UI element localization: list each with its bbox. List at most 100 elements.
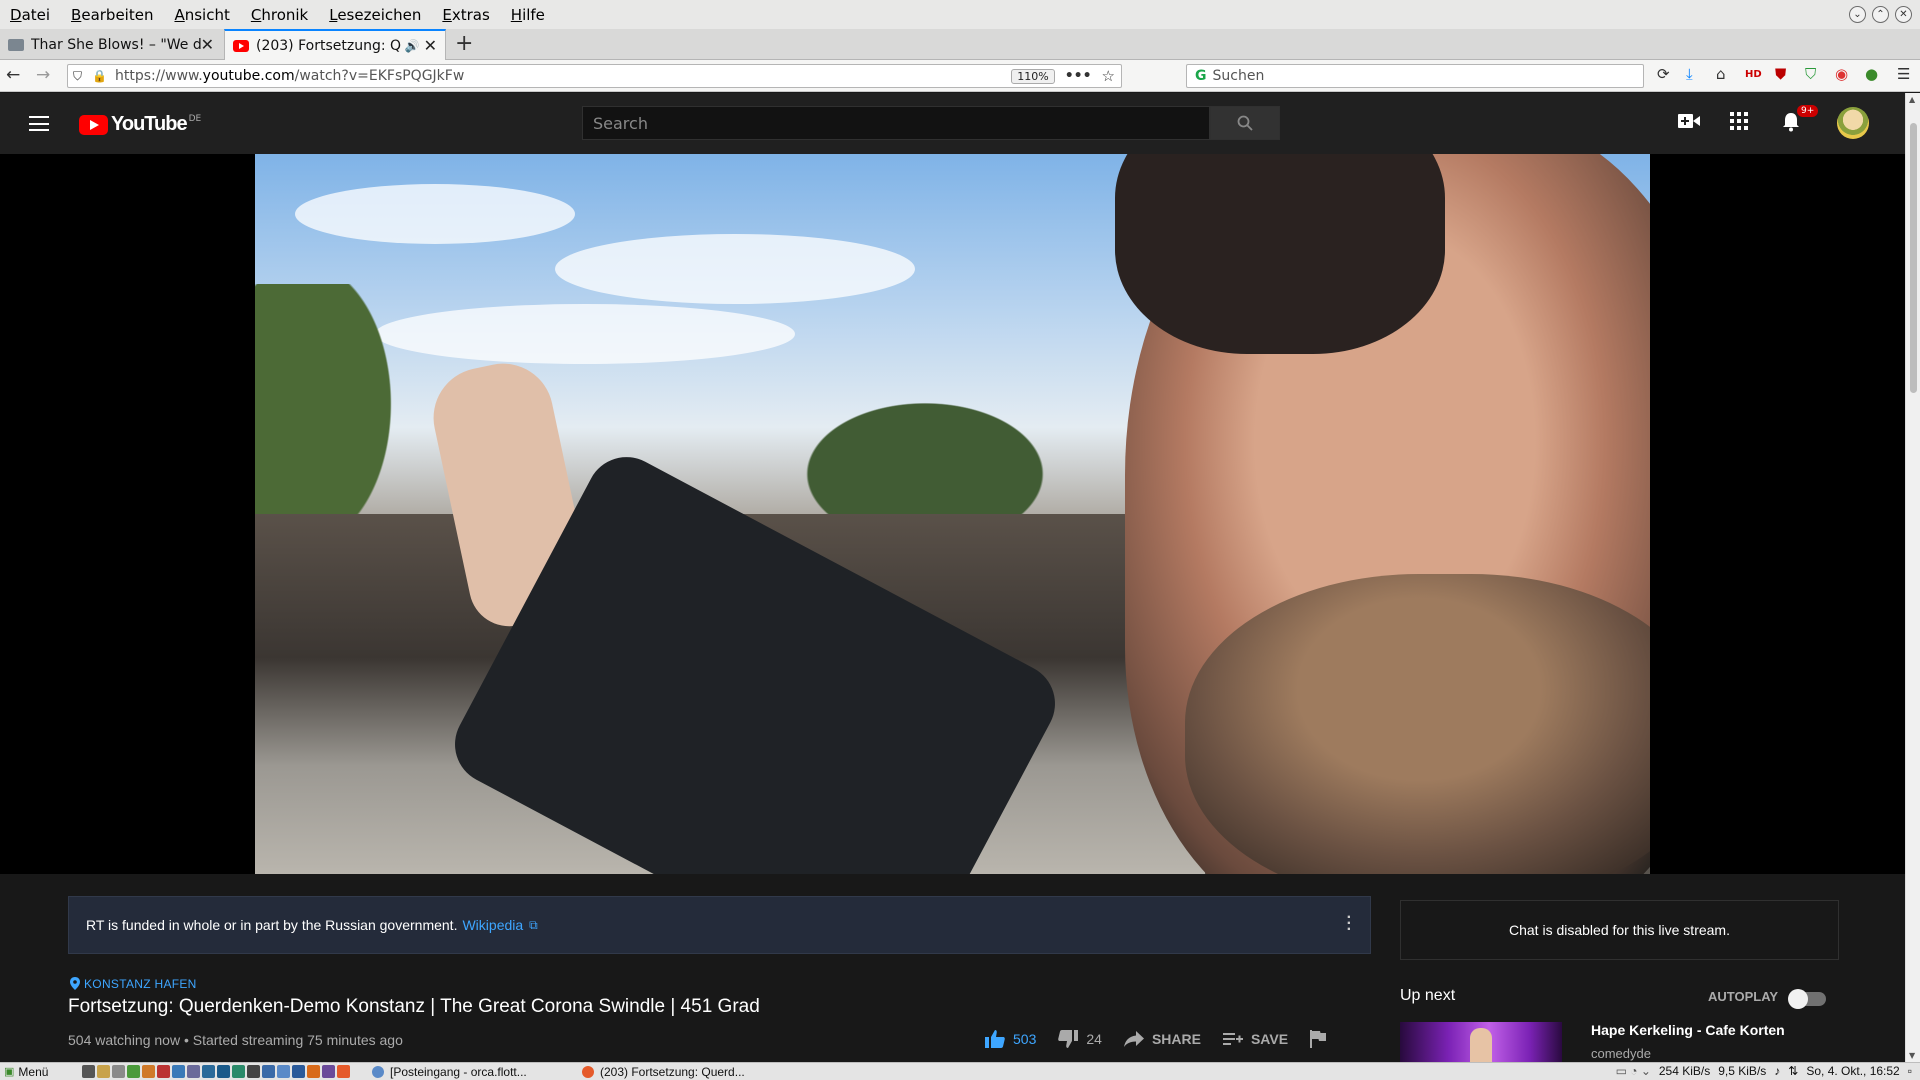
save-button[interactable]: SAVE — [1222, 1031, 1288, 1047]
menu-extras[interactable]: Extras — [442, 6, 489, 24]
thunderbird-icon — [372, 1065, 384, 1078]
menu-ansicht[interactable]: Ansicht — [174, 6, 229, 24]
home-icon[interactable]: ⌂ — [1716, 65, 1726, 83]
scroll-down-icon[interactable]: ▼ — [1909, 1051, 1915, 1060]
video-player[interactable] — [0, 154, 1905, 874]
downloads-icon[interactable]: ⤓ — [1686, 65, 1693, 83]
addon-extension-icon[interactable]: ● — [1865, 65, 1878, 83]
close-tab-icon[interactable]: ✕ — [201, 35, 214, 54]
system-taskbar: ▣ Menü [Posteingang - orca.flott... (203… — [0, 1062, 1920, 1080]
taskbar-item-firefox[interactable]: (203) Fortsetzung: Querd... — [576, 1065, 786, 1079]
youtube-search-button[interactable] — [1210, 106, 1280, 140]
flag-icon — [1310, 1030, 1327, 1048]
youtube-search-input[interactable]: Search — [582, 106, 1210, 140]
network-tray-icon[interactable]: ⇅ — [1788, 1064, 1798, 1078]
account-avatar[interactable] — [1837, 107, 1869, 139]
menu-datei[interactable]: Datei — [10, 6, 50, 24]
taskbar-item-mail[interactable]: [Posteingang - orca.flott... — [366, 1065, 562, 1079]
tab-youtube-video[interactable]: (203) Fortsetzung: Qu 🔊 ✕ — [224, 29, 446, 60]
notifications-bell-icon[interactable] — [1782, 112, 1800, 137]
video-location[interactable]: KONSTANZ HAFEN — [70, 977, 197, 991]
url-bar[interactable]: ⛉ 🔒 https://www.youtube.com/watch?v=EKFs… — [67, 64, 1122, 88]
show-desktop-icon[interactable]: ▫ — [1908, 1064, 1912, 1078]
tab-thar-she-blows[interactable]: Thar She Blows! – "We d ✕ — [0, 29, 222, 60]
close-tab-icon[interactable]: ✕ — [424, 36, 437, 55]
like-count: 503 — [1013, 1031, 1037, 1047]
search-bar[interactable]: G Suchen — [1186, 64, 1644, 88]
more-options-icon[interactable]: · · · — [1347, 910, 1352, 938]
menu-lesezeichen[interactable]: Lesezeichen — [329, 6, 421, 24]
clock[interactable]: So, 4. Okt., 16:52 — [1806, 1064, 1899, 1078]
task-title: [Posteingang - orca.flott... — [390, 1064, 527, 1079]
remote-icon[interactable] — [322, 1065, 335, 1078]
docs-icon[interactable] — [262, 1065, 275, 1078]
bookmark-star-icon[interactable]: ☆ — [1102, 67, 1115, 85]
share-button[interactable]: SHARE — [1123, 1031, 1201, 1047]
calc-icon[interactable] — [277, 1065, 290, 1078]
shield-extension-icon[interactable]: ⛉ — [1805, 65, 1816, 83]
like-button[interactable]: 503 — [985, 1030, 1036, 1048]
next-video-channel[interactable]: comedyde — [1591, 1046, 1651, 1061]
menu-bearbeiten[interactable]: Bearbeiten — [71, 6, 153, 24]
autoplay-toggle[interactable] — [1788, 989, 1826, 1009]
screenshot-extension-icon[interactable]: ◉ — [1835, 65, 1848, 83]
video-frame[interactable] — [255, 154, 1650, 874]
report-button[interactable] — [1310, 1030, 1334, 1048]
start-menu-button[interactable]: ▣ Menü — [4, 1065, 82, 1079]
next-video-title[interactable]: Hape Kerkeling - Cafe Korten — [1591, 1022, 1785, 1038]
minimize-icon[interactable]: ⌄ — [1849, 6, 1866, 23]
chat-app-icon[interactable] — [232, 1065, 245, 1078]
forward-icon[interactable]: → — [36, 65, 50, 85]
news-favicon-icon — [8, 38, 24, 51]
close-window-icon[interactable]: ✕ — [1895, 6, 1912, 23]
watch-info-area: RT is funded in whole or in part by the … — [0, 874, 1905, 1062]
dislike-button[interactable]: 24 — [1058, 1030, 1102, 1048]
hamburger-menu-icon[interactable]: ☰ — [1897, 65, 1910, 83]
guide-menu-icon[interactable] — [29, 116, 49, 131]
terminal-icon[interactable] — [82, 1065, 95, 1078]
create-video-icon[interactable] — [1678, 112, 1700, 134]
mail-icon[interactable] — [157, 1065, 170, 1078]
hd-extension-icon[interactable]: HD — [1745, 69, 1762, 80]
network-icon[interactable] — [202, 1065, 215, 1078]
editor-icon[interactable] — [142, 1065, 155, 1078]
file-manager-icon[interactable] — [97, 1065, 110, 1078]
next-video-thumbnail[interactable] — [1400, 1022, 1562, 1062]
app-launcher-icon[interactable] — [127, 1065, 140, 1078]
reload-icon[interactable]: ⟳ — [1657, 65, 1670, 83]
logo-text: YouTube — [111, 113, 188, 135]
youtube-logo[interactable]: YouTube DE — [79, 113, 201, 136]
youtube-play-icon — [79, 114, 108, 135]
tray-icons[interactable]: ▭ ◔ ⌄ — [1616, 1064, 1651, 1078]
menu-hilfe[interactable]: Hilfe — [511, 6, 545, 24]
zoom-level-badge[interactable]: 110% — [1011, 68, 1055, 84]
window-controls: ⌄ ⌃ ✕ — [1849, 6, 1912, 23]
page-actions-icon[interactable]: ••• — [1065, 68, 1092, 84]
office-icon[interactable] — [172, 1065, 185, 1078]
speaker-icon[interactable]: 🔊 — [405, 39, 420, 53]
live-chat-disabled: Chat is disabled for this live stream. — [1400, 900, 1839, 960]
lock-icon[interactable]: 🔒 — [92, 69, 107, 83]
page-scrollbar[interactable]: ▲ ▼ — [1905, 93, 1920, 1062]
vlc-icon[interactable] — [307, 1065, 320, 1078]
back-icon[interactable]: ← — [6, 65, 20, 85]
apps-grid-icon[interactable] — [1730, 112, 1748, 135]
maximize-icon[interactable]: ⌃ — [1872, 6, 1889, 23]
media-icon[interactable] — [247, 1065, 260, 1078]
external-link-icon[interactable]: ⧉ — [529, 918, 538, 933]
download-manager-icon[interactable] — [292, 1065, 305, 1078]
browser-icon[interactable] — [217, 1065, 230, 1078]
menu-chronik[interactable]: Chronik — [251, 6, 308, 24]
wikipedia-link[interactable]: Wikipedia — [462, 917, 523, 933]
url-text[interactable]: https://www.youtube.com/watch?v=EKFsPQGJ… — [115, 68, 1011, 84]
new-tab-icon[interactable]: + — [455, 31, 473, 56]
scroll-up-icon[interactable]: ▲ — [1909, 95, 1915, 104]
volume-icon[interactable]: ♪ — [1774, 1064, 1780, 1078]
up-next-heading: Up next — [1400, 987, 1456, 1004]
firefox-launcher-icon[interactable] — [337, 1065, 350, 1078]
ublock-extension-icon[interactable]: ⛊ — [1775, 65, 1786, 83]
image-viewer-icon[interactable] — [112, 1065, 125, 1078]
scrollbar-thumb[interactable] — [1910, 123, 1917, 393]
settings-icon[interactable] — [187, 1065, 200, 1078]
tracking-shield-icon[interactable]: ⛉ — [73, 69, 82, 84]
